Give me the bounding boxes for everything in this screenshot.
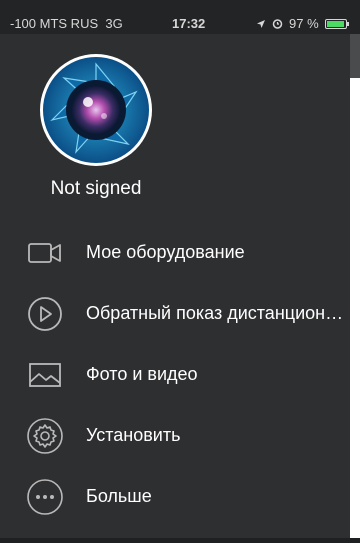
menu-item-label: Фото и видео [86, 364, 198, 384]
main-content-edge[interactable] [350, 34, 360, 543]
battery-icon [324, 18, 349, 29]
menu-item-label: Мое оборудование [86, 242, 245, 262]
avatar[interactable] [40, 54, 152, 166]
video-camera-icon [25, 233, 65, 273]
menu-item-label: Установить [86, 425, 181, 445]
main-content-header-edge [350, 34, 360, 78]
menu-item-label: Обратный показ дистанционного [86, 303, 346, 323]
play-circle-icon [25, 294, 65, 334]
carrier-name: -100 MTS RUS [10, 16, 99, 31]
gear-icon [25, 416, 65, 456]
alarm-icon [272, 19, 283, 29]
battery-fill [326, 20, 344, 27]
location-arrow-icon [257, 19, 265, 28]
drawer-menu: Мое оборудование Обратный показ дистанци… [0, 222, 350, 527]
status-bar: -100 MTS RUS 3G 17:32 97 % [0, 0, 360, 34]
menu-item-my-equipment[interactable]: Мое оборудование [0, 222, 350, 283]
status-right: 97 % [256, 16, 349, 31]
app-screen: -100 MTS RUS 3G 17:32 97 % Not signed Мо… [0, 0, 360, 543]
bottom-edge [0, 538, 360, 543]
menu-item-settings[interactable]: Установить [0, 405, 350, 466]
username-label: Not signed [50, 178, 142, 199]
more-icon [25, 477, 65, 517]
menu-item-more[interactable]: Больше [0, 466, 350, 527]
menu-item-photos-videos[interactable]: Фото и видео [0, 344, 350, 405]
network-type: 3G [105, 16, 123, 31]
battery-percent: 97 % [289, 16, 319, 31]
image-icon [25, 355, 65, 395]
status-time: 17:32 [172, 16, 206, 31]
carrier-label: -100 MTS RUS 3G [10, 16, 123, 31]
menu-item-remote-playback[interactable]: Обратный показ дистанционного [0, 283, 350, 344]
menu-item-label: Больше [86, 486, 152, 506]
camera-aperture-icon [43, 57, 149, 163]
